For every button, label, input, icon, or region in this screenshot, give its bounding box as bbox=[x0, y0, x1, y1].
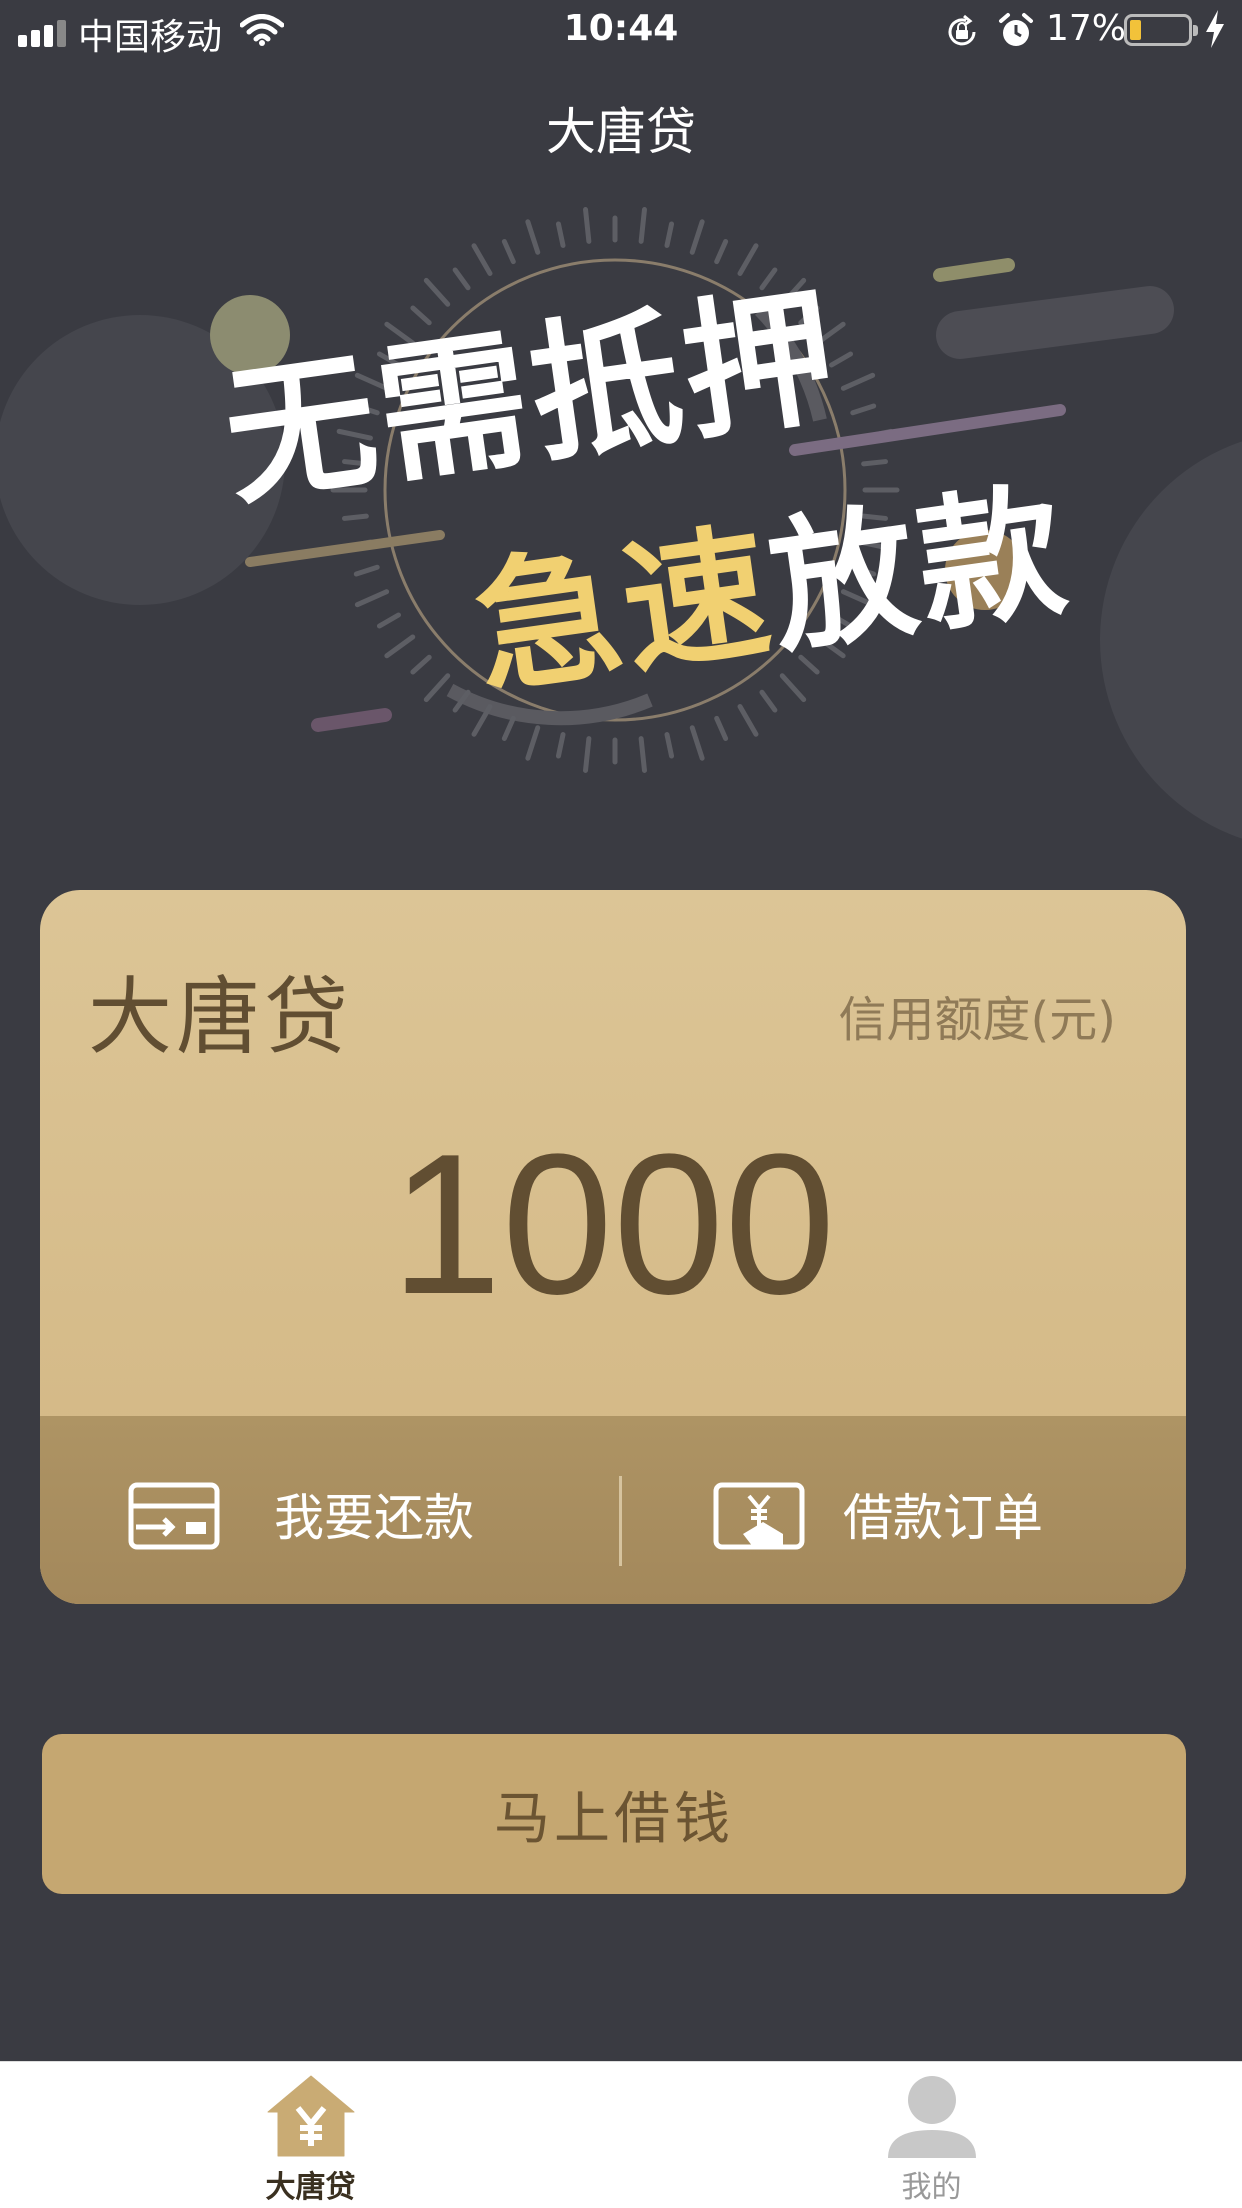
sunburst-tick bbox=[501, 715, 516, 741]
card-action-bar: 我要还款 借款订单 bbox=[40, 1416, 1186, 1604]
sunburst-tick bbox=[850, 403, 877, 416]
loan-orders-button[interactable]: 借款订单 bbox=[613, 1416, 1186, 1604]
house-yuan-icon bbox=[0, 2074, 621, 2158]
sunburst-tick bbox=[525, 219, 541, 255]
rotation-lock-icon bbox=[944, 14, 980, 59]
page-title: 大唐贷 bbox=[546, 103, 696, 161]
user-icon bbox=[621, 2074, 1242, 2160]
sunburst-tick bbox=[501, 239, 516, 265]
sunburst-tick bbox=[664, 732, 675, 759]
loan-orders-label: 借款订单 bbox=[843, 1489, 1043, 1547]
tab-home[interactable]: 大唐贷 bbox=[0, 2062, 621, 2208]
sunburst-tick bbox=[840, 372, 876, 391]
sunburst-tick bbox=[525, 725, 541, 761]
card-brand: 大唐贷 bbox=[88, 968, 353, 1066]
sunburst-tick bbox=[353, 564, 380, 577]
card-repay-icon bbox=[128, 1482, 220, 1554]
sunburst-tick bbox=[689, 725, 705, 761]
sunburst-tick bbox=[689, 219, 705, 255]
status-bar: 中国移动 10:44 17% bbox=[0, 0, 1242, 62]
alarm-icon bbox=[998, 12, 1034, 59]
sunburst-tick bbox=[354, 589, 390, 608]
credit-limit-card: 大唐贷 信用额度(元) 1000 我要还款 借款订单 bbox=[40, 890, 1186, 1604]
battery-icon bbox=[1124, 14, 1198, 46]
tab-bar: 大唐贷 我的 bbox=[0, 2061, 1242, 2208]
hero-slogan-highlight: 急速 bbox=[464, 507, 784, 717]
repay-label: 我要还款 bbox=[274, 1489, 474, 1547]
sunburst-tick bbox=[410, 654, 432, 675]
borrow-now-button[interactable]: 马上借钱 bbox=[42, 1734, 1186, 1894]
tab-profile-label: 我的 bbox=[901, 2170, 962, 2205]
sunburst-tick bbox=[737, 704, 759, 737]
sunburst-tick bbox=[759, 689, 778, 713]
tab-profile[interactable]: 我的 bbox=[621, 2062, 1242, 2208]
battery-percent: 17% bbox=[1046, 8, 1127, 49]
sunburst-tick bbox=[471, 243, 493, 276]
hero-banner: 无需抵押 急速放款 bbox=[0, 170, 1242, 860]
credit-limit-label: 信用额度(元) bbox=[838, 992, 1116, 1048]
sunburst-tick bbox=[384, 634, 416, 659]
tab-home-label: 大唐贷 bbox=[265, 2170, 356, 2205]
sunburst-tick bbox=[555, 221, 566, 248]
sunburst-tick bbox=[638, 736, 647, 773]
sunburst-tick bbox=[555, 732, 566, 759]
sunburst-tick bbox=[423, 673, 451, 703]
sunburst-tick bbox=[664, 221, 675, 248]
sunburst-tick bbox=[376, 612, 401, 629]
credit-limit-amount: 1000 bbox=[390, 1113, 836, 1336]
repay-button[interactable]: 我要还款 bbox=[40, 1416, 613, 1604]
order-yuan-icon bbox=[713, 1482, 805, 1554]
hero-slogan-rest: 放款 bbox=[759, 465, 1079, 675]
sunburst-tick bbox=[583, 207, 592, 244]
charging-icon bbox=[1204, 10, 1226, 57]
sunburst-tick bbox=[583, 736, 592, 773]
sunburst-tick bbox=[638, 207, 647, 244]
sunburst-tick bbox=[714, 715, 729, 741]
